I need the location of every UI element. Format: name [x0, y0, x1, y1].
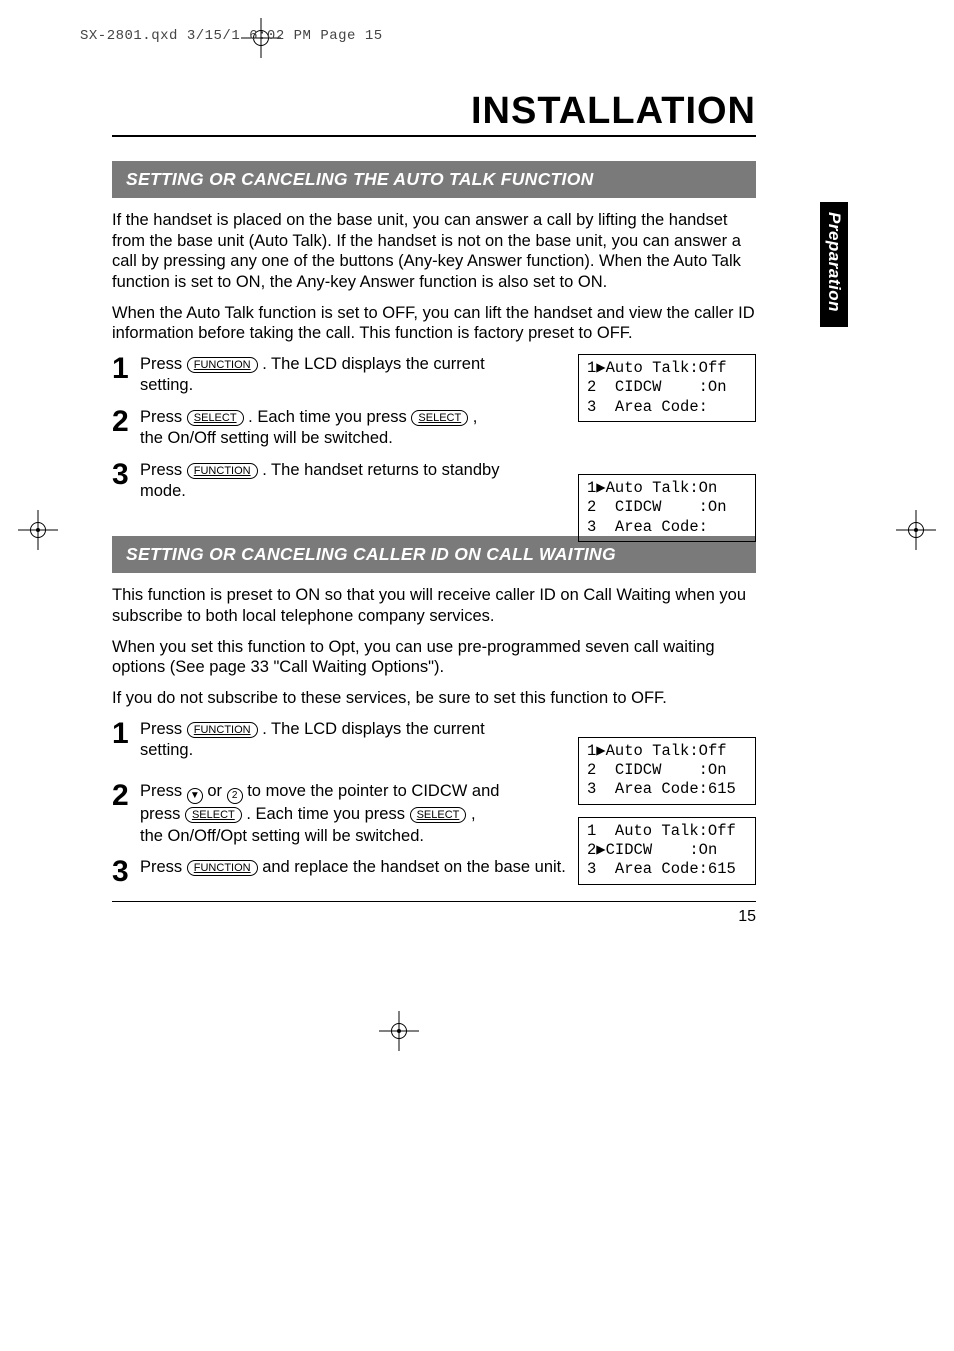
lcd-display: 1▶Auto Talk:On 2 CIDCW :On 3 Area Code:: [578, 474, 756, 542]
step-number: 2: [112, 407, 140, 437]
prepress-header: SX-2801.qxd 3/15/1 6:02 PM Page 15: [80, 28, 383, 44]
select-button-icon: SELECT: [185, 807, 242, 823]
step-text: Press: [140, 782, 187, 800]
section-tab-preparation: Preparation: [820, 202, 848, 327]
step-number: 2: [112, 781, 140, 811]
step-number: 1: [112, 719, 140, 749]
step-text: . Each time you press: [248, 408, 411, 426]
paragraph: When the Auto Talk function is set to OF…: [112, 303, 756, 344]
paragraph: If you do not subscribe to these service…: [112, 688, 756, 709]
key-2-button-icon: 2: [227, 788, 243, 804]
down-arrow-button-icon: ▼: [187, 788, 203, 804]
paragraph: When you set this function to Opt, you c…: [112, 637, 756, 678]
registration-mark: [24, 516, 52, 544]
step-text: Press: [140, 858, 187, 876]
step-number: 3: [112, 460, 140, 490]
select-button-icon: SELECT: [187, 410, 244, 426]
registration-mark: [385, 1017, 413, 1045]
function-button-icon: FUNCTION: [187, 463, 258, 479]
select-button-icon: SELECT: [411, 410, 468, 426]
section-heading-autotalk: SETTING OR CANCELING THE AUTO TALK FUNCT…: [112, 161, 756, 198]
step-text: . Each time you press: [246, 805, 409, 823]
step-text: Press: [140, 408, 187, 426]
step-text: Press: [140, 355, 187, 373]
function-button-icon: FUNCTION: [187, 860, 258, 876]
step-number: 1: [112, 354, 140, 384]
title-rule: [112, 135, 756, 137]
select-button-icon: SELECT: [410, 807, 467, 823]
footer-rule: [112, 901, 756, 902]
step-text: and replace the handset on the base unit…: [262, 858, 566, 876]
paragraph: This function is preset to ON so that yo…: [112, 585, 756, 626]
step-text: Press: [140, 461, 187, 479]
lcd-display: 1▶Auto Talk:Off 2 CIDCW :On 3 Area Code:…: [578, 737, 756, 805]
function-button-icon: FUNCTION: [187, 357, 258, 373]
step-text: Press: [140, 720, 187, 738]
lcd-display: 1 Auto Talk:Off 2▶CIDCW :On 3 Area Code:…: [578, 817, 756, 885]
step-number: 3: [112, 857, 140, 887]
function-button-icon: FUNCTION: [187, 722, 258, 738]
page-title: INSTALLATION: [112, 90, 756, 133]
step-text: or: [207, 782, 226, 800]
page-number: 15: [112, 908, 756, 926]
registration-mark: [902, 516, 930, 544]
lcd-display: 1▶Auto Talk:Off 2 CIDCW :On 3 Area Code:: [578, 354, 756, 422]
paragraph: If the handset is placed on the base uni…: [112, 210, 756, 293]
